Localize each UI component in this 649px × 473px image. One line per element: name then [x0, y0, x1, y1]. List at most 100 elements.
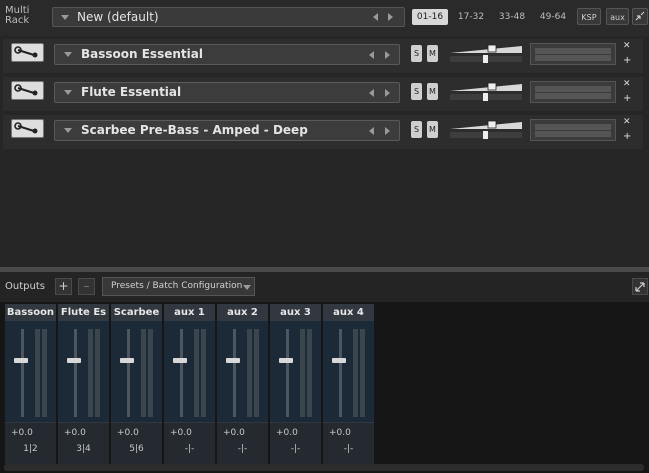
chevron-down-icon [243, 285, 251, 290]
instrument-name-bar[interactable]: Bassoon Essential [54, 44, 400, 65]
dropdown-arrow-icon[interactable] [64, 52, 72, 57]
edit-instrument-button[interactable] [11, 81, 44, 100]
level-meter-left [247, 329, 252, 417]
close-icon[interactable]: ✕ [623, 117, 631, 127]
ksp-button[interactable]: KSP [577, 8, 601, 25]
remove-output-button[interactable]: – [78, 278, 95, 295]
fader-handle[interactable] [67, 358, 81, 363]
level-meter-left [353, 329, 358, 417]
prev-preset-icon[interactable] [373, 13, 378, 21]
solo-button[interactable]: S [411, 121, 422, 138]
fader-track[interactable] [21, 329, 24, 417]
close-icon[interactable]: ✕ [623, 79, 631, 89]
channel-routing[interactable]: -|- [217, 444, 268, 454]
dropdown-arrow-icon[interactable] [64, 90, 72, 95]
outputs-mixer: Bassoon +0.0 1|2 Flute Es +0.0 3|4 Scarb… [0, 302, 649, 473]
fader-track[interactable] [127, 329, 130, 417]
level-meter-right [201, 329, 206, 417]
close-icon[interactable]: ✕ [623, 41, 631, 51]
fader-area [323, 321, 374, 422]
channel-routing[interactable]: 3|4 [58, 444, 109, 454]
fader-handle[interactable] [226, 358, 240, 363]
channel-routing[interactable]: 5|6 [111, 444, 162, 454]
channel-volume[interactable]: +0.0 [170, 428, 192, 438]
level-meter-left [300, 329, 305, 417]
wrench-icon [14, 46, 38, 58]
expand-button[interactable] [632, 278, 648, 295]
volume-pan-fader[interactable] [450, 120, 522, 140]
next-instrument-icon[interactable] [385, 127, 390, 135]
channel-name[interactable]: aux 3 [270, 304, 321, 321]
horizontal-scrollbar[interactable] [4, 464, 644, 471]
channel-volume[interactable]: +0.0 [64, 428, 86, 438]
fader-track[interactable] [339, 329, 342, 417]
plus-icon[interactable]: + [623, 93, 631, 104]
fader-track[interactable] [74, 329, 77, 417]
instrument-name-bar[interactable]: Flute Essential [54, 82, 400, 103]
next-instrument-icon[interactable] [385, 51, 390, 59]
channel-strip: Scarbee +0.0 5|6 [111, 304, 162, 464]
instrument-name: Flute Essential [81, 85, 182, 99]
solo-button[interactable]: S [411, 83, 422, 100]
next-instrument-icon[interactable] [385, 89, 390, 97]
prev-instrument-icon[interactable] [369, 127, 374, 135]
presets-batch-dropdown[interactable]: Presets / Batch Configuration [102, 277, 255, 296]
page-tab-01-16[interactable]: 01-16 [412, 9, 448, 25]
edit-instrument-button[interactable] [11, 119, 44, 138]
channel-routing[interactable]: -|- [323, 444, 374, 454]
solo-button[interactable]: S [411, 45, 422, 62]
edit-instrument-button[interactable] [11, 43, 44, 62]
dropdown-arrow-icon[interactable] [64, 128, 72, 133]
instrument-name-bar[interactable]: Scarbee Pre-Bass - Amped - Deep [54, 120, 400, 141]
add-output-button[interactable]: + [55, 278, 72, 295]
page-tab-33-48[interactable]: 33-48 [494, 9, 530, 25]
channel-volume[interactable]: +0.0 [276, 428, 298, 438]
level-meter [530, 81, 616, 103]
fader-track[interactable] [286, 329, 289, 417]
fader-handle[interactable] [14, 358, 28, 363]
channel-routing[interactable]: -|- [270, 444, 321, 454]
fader-handle[interactable] [279, 358, 293, 363]
mute-button[interactable]: M [427, 83, 438, 100]
fader-handle[interactable] [120, 358, 134, 363]
level-meter-left [141, 329, 146, 417]
channel-name[interactable]: Bassoon [5, 304, 56, 321]
mute-button[interactable]: M [427, 121, 438, 138]
channel-name[interactable]: aux 2 [217, 304, 268, 321]
aux-button[interactable]: aux [606, 8, 629, 25]
channel-strip: Bassoon +0.0 1|2 [5, 304, 56, 464]
page-tab-49-64[interactable]: 49-64 [534, 9, 572, 25]
fader-track[interactable] [233, 329, 236, 417]
channel-volume[interactable]: +0.0 [117, 428, 139, 438]
volume-pan-fader[interactable] [450, 44, 522, 64]
channel-volume[interactable]: +0.0 [329, 428, 351, 438]
channel-volume[interactable]: +0.0 [11, 428, 33, 438]
channel-routing[interactable]: -|- [164, 444, 215, 454]
dropdown-arrow-icon[interactable] [61, 15, 69, 20]
next-preset-icon[interactable] [388, 13, 393, 21]
channel-routing[interactable]: 1|2 [5, 444, 56, 454]
plus-icon[interactable]: + [623, 55, 631, 66]
plus-icon[interactable]: + [623, 131, 631, 142]
fader-handle[interactable] [332, 358, 346, 363]
page-tab-17-32[interactable]: 17-32 [453, 9, 489, 25]
instrument-row: Flute Essential S M ✕ + [3, 77, 643, 111]
prev-instrument-icon[interactable] [369, 51, 374, 59]
mute-button[interactable]: M [427, 45, 438, 62]
preset-selector[interactable]: New (default) [52, 7, 405, 27]
level-meter-right [42, 329, 47, 417]
volume-pan-fader[interactable] [450, 82, 522, 102]
fader-area [164, 321, 215, 422]
fader-track[interactable] [180, 329, 183, 417]
channel-name[interactable]: aux 4 [323, 304, 374, 321]
channel-name[interactable]: aux 1 [164, 304, 215, 321]
collapse-button[interactable] [632, 8, 648, 25]
outputs-header: Outputs + – Presets / Batch Configuratio… [0, 272, 649, 302]
level-meter-right [148, 329, 153, 417]
channel-name[interactable]: Scarbee [111, 304, 162, 321]
fader-handle[interactable] [173, 358, 187, 363]
channel-volume[interactable]: +0.0 [223, 428, 245, 438]
channel-name[interactable]: Flute Es [58, 304, 109, 321]
rack-header: Multi Rack New (default) 01-16 17-32 33-… [0, 0, 649, 36]
prev-instrument-icon[interactable] [369, 89, 374, 97]
